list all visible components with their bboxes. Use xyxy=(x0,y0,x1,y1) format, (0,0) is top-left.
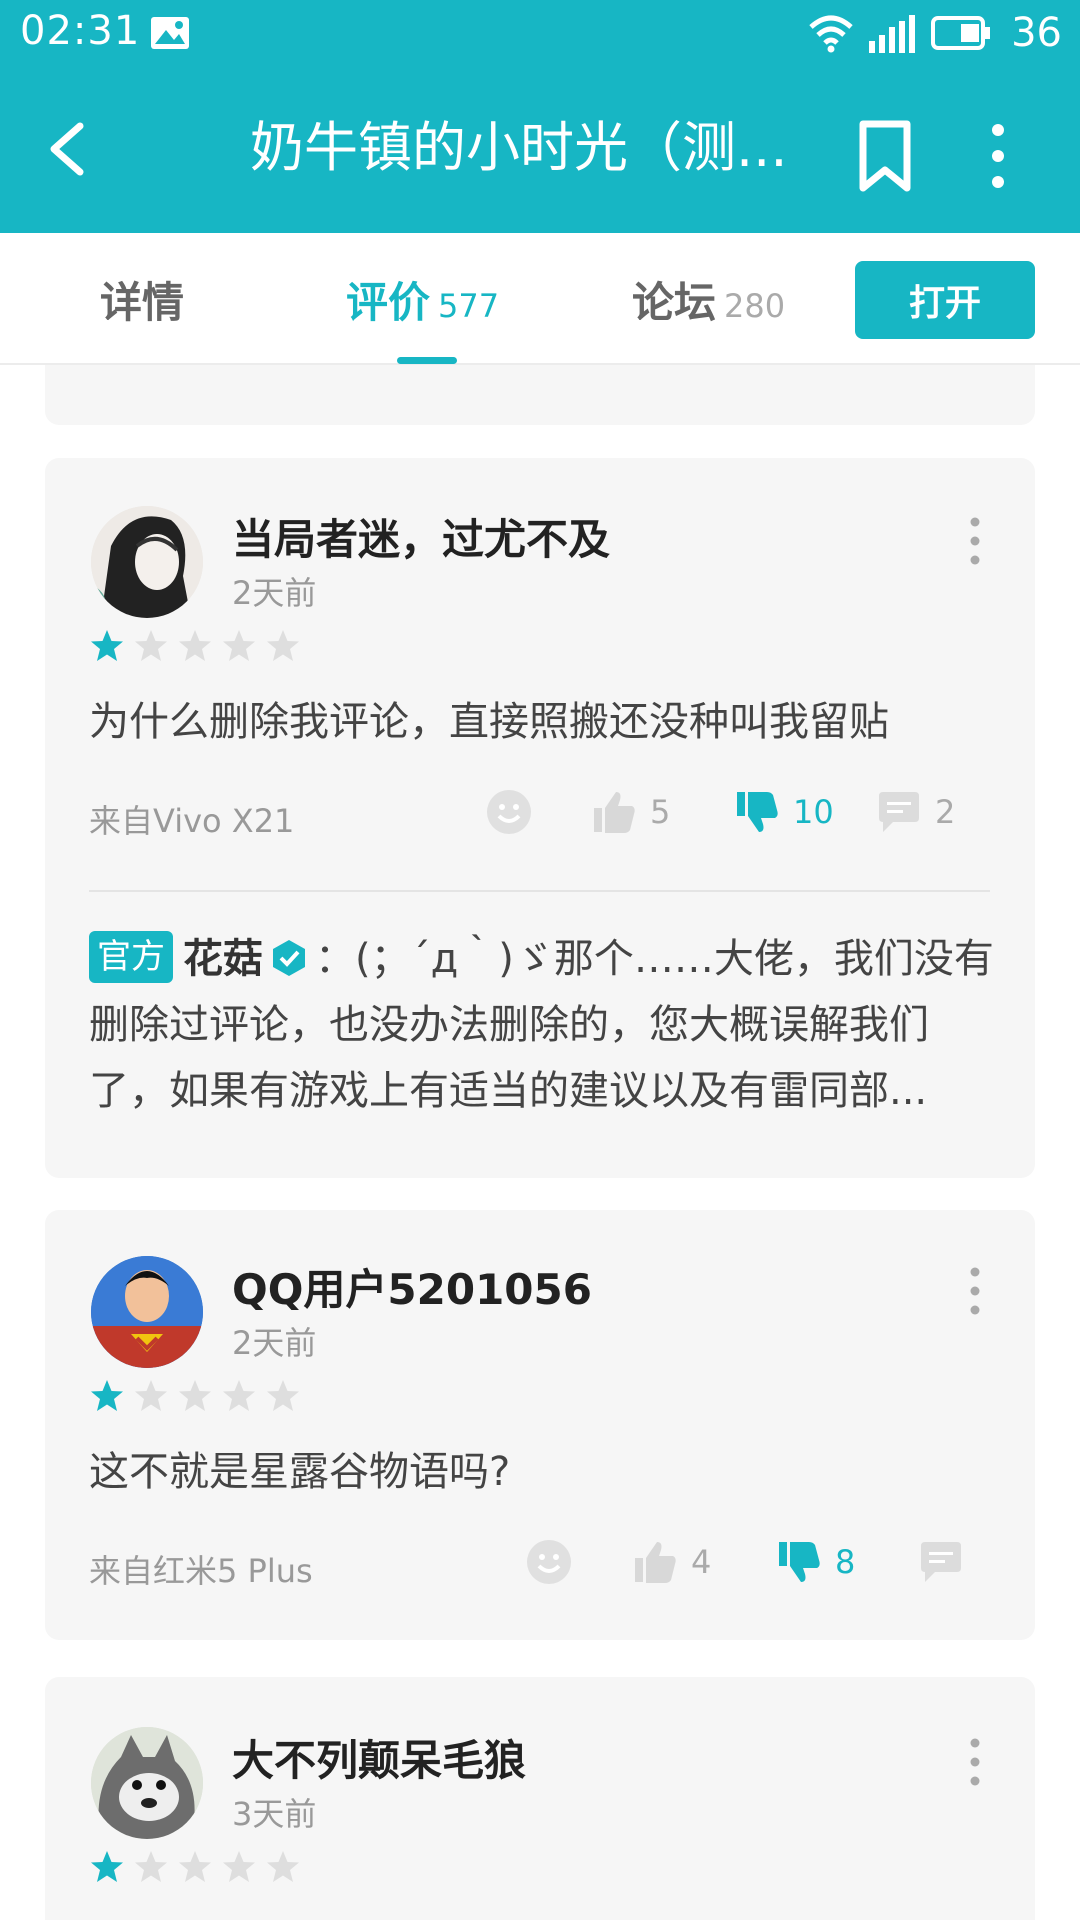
tab-forum-label: 论坛 xyxy=(632,278,717,327)
review-username[interactable]: 当局者迷，过尤不及 xyxy=(232,506,610,567)
avatar-image xyxy=(91,506,203,618)
like-count: 5 xyxy=(650,793,671,831)
review-username[interactable]: 大不列颠呆毛狼 xyxy=(232,1727,526,1788)
signal-icon xyxy=(869,15,916,53)
review-card-partial xyxy=(45,365,1035,425)
star-empty-icon xyxy=(135,1380,167,1411)
avatar-image xyxy=(91,1727,203,1839)
dislike-button[interactable]: 10 xyxy=(733,788,834,836)
battery-icon xyxy=(931,16,991,50)
review-content[interactable]: 这不就是星露谷物语吗? xyxy=(89,1440,995,1504)
comment-button[interactable]: 2 xyxy=(875,788,955,836)
avatar-image xyxy=(91,1256,203,1368)
official-reply[interactable]: 官方 花菇 ：(；´д｀)ゞ那个……大佬，我们没有删除过评论，也没办法删除的，您大概… xyxy=(89,926,995,1124)
status-right: 36 xyxy=(809,8,1062,58)
app-header: 02:31 36 奶牛镇的小时光（测... xyxy=(0,0,1080,233)
review-menu-icon[interactable] xyxy=(965,516,985,566)
dislike-count: 8 xyxy=(835,1543,856,1581)
review-menu-icon[interactable] xyxy=(965,1266,985,1316)
star-empty-icon xyxy=(179,1380,211,1411)
reply-author[interactable]: 花菇 xyxy=(183,936,263,982)
page-title: 奶牛镇的小时光（测... xyxy=(250,116,788,179)
comment-button[interactable] xyxy=(917,1538,965,1586)
star-empty-icon xyxy=(267,1851,299,1882)
tab-details-label: 详情 xyxy=(100,278,185,327)
star-filled-icon xyxy=(91,1380,123,1411)
app-bar: 奶牛镇的小时光（测... xyxy=(0,66,1080,233)
emoji-reaction-button[interactable] xyxy=(525,1538,573,1586)
review-time: 2天前 xyxy=(232,574,317,612)
comment-count: 2 xyxy=(935,793,956,831)
status-bar: 02:31 36 xyxy=(0,0,1080,66)
smiley-icon xyxy=(527,1540,571,1584)
review-source-device: 来自红米5 Plus xyxy=(89,1552,313,1590)
review-card: 大不列颠呆毛狼 3天前 xyxy=(45,1677,1035,1920)
dislike-count: 10 xyxy=(793,793,834,831)
avatar[interactable] xyxy=(91,1256,203,1368)
open-app-button[interactable]: 打开 xyxy=(855,261,1035,339)
avatar[interactable] xyxy=(91,1727,203,1839)
star-rating xyxy=(89,1378,301,1414)
review-time: 3天前 xyxy=(232,1795,317,1833)
like-button[interactable]: 5 xyxy=(590,788,670,836)
tab-reviews[interactable]: 评价 577 xyxy=(346,269,499,329)
review-content[interactable]: 为什么删除我评论，直接照搬还没种叫我留贴 xyxy=(89,690,995,754)
image-notification-icon xyxy=(151,17,189,49)
back-arrow-icon[interactable] xyxy=(40,116,100,182)
star-empty-icon xyxy=(223,1851,255,1882)
emoji-reaction-button[interactable] xyxy=(485,788,533,836)
thumbs-up-icon xyxy=(594,792,635,833)
review-card: QQ用户5201056 2天前 这不就是星露谷物语吗? 来自红米5 Plus 4… xyxy=(45,1210,1035,1640)
bookmark-icon[interactable] xyxy=(855,118,915,194)
star-empty-icon xyxy=(135,630,167,661)
dislike-button[interactable]: 8 xyxy=(775,1538,855,1586)
comment-bubble-icon xyxy=(921,1542,961,1582)
review-source-device: 来自Vivo X21 xyxy=(89,802,295,840)
tab-reviews-label: 评价 xyxy=(346,278,431,327)
comment-bubble-icon xyxy=(879,792,919,832)
smiley-icon xyxy=(487,790,531,834)
star-empty-icon xyxy=(223,1380,255,1411)
star-filled-icon xyxy=(91,1851,123,1882)
star-filled-icon xyxy=(91,630,123,661)
review-username[interactable]: QQ用户5201056 xyxy=(232,1256,592,1317)
tab-details[interactable]: 详情 xyxy=(100,269,184,329)
official-badge: 官方 xyxy=(89,931,173,983)
star-empty-icon xyxy=(267,630,299,661)
tab-forum[interactable]: 论坛 280 xyxy=(632,269,785,329)
thumbs-down-icon xyxy=(737,792,778,832)
verified-check-icon xyxy=(273,940,305,976)
active-tab-indicator xyxy=(397,357,457,364)
tab-forum-count: 280 xyxy=(724,287,786,325)
tab-reviews-count: 577 xyxy=(438,287,500,325)
star-rating xyxy=(89,1849,301,1885)
status-time: 02:31 xyxy=(20,8,141,54)
reply-divider xyxy=(89,890,990,892)
star-empty-icon xyxy=(223,630,255,661)
like-count: 4 xyxy=(691,1543,712,1581)
review-card: 当局者迷，过尤不及 2天前 为什么删除我评论，直接照搬还没种叫我留贴 来自Viv… xyxy=(45,458,1035,1178)
review-menu-icon[interactable] xyxy=(965,1737,985,1787)
wifi-icon xyxy=(809,15,853,53)
battery-level: 36 xyxy=(1011,10,1062,56)
star-rating xyxy=(89,628,301,664)
star-empty-icon xyxy=(267,1380,299,1411)
thumbs-up-icon xyxy=(635,1542,676,1583)
like-button[interactable]: 4 xyxy=(631,1538,711,1586)
more-options-icon[interactable] xyxy=(980,118,1016,194)
review-time: 2天前 xyxy=(232,1324,317,1362)
review-list[interactable]: 当局者迷，过尤不及 2天前 为什么删除我评论，直接照搬还没种叫我留贴 来自Viv… xyxy=(0,365,1080,1920)
star-empty-icon xyxy=(179,630,211,661)
star-empty-icon xyxy=(179,1851,211,1882)
star-empty-icon xyxy=(135,1851,167,1882)
avatar[interactable] xyxy=(91,506,203,618)
thumbs-down-icon xyxy=(779,1542,820,1582)
